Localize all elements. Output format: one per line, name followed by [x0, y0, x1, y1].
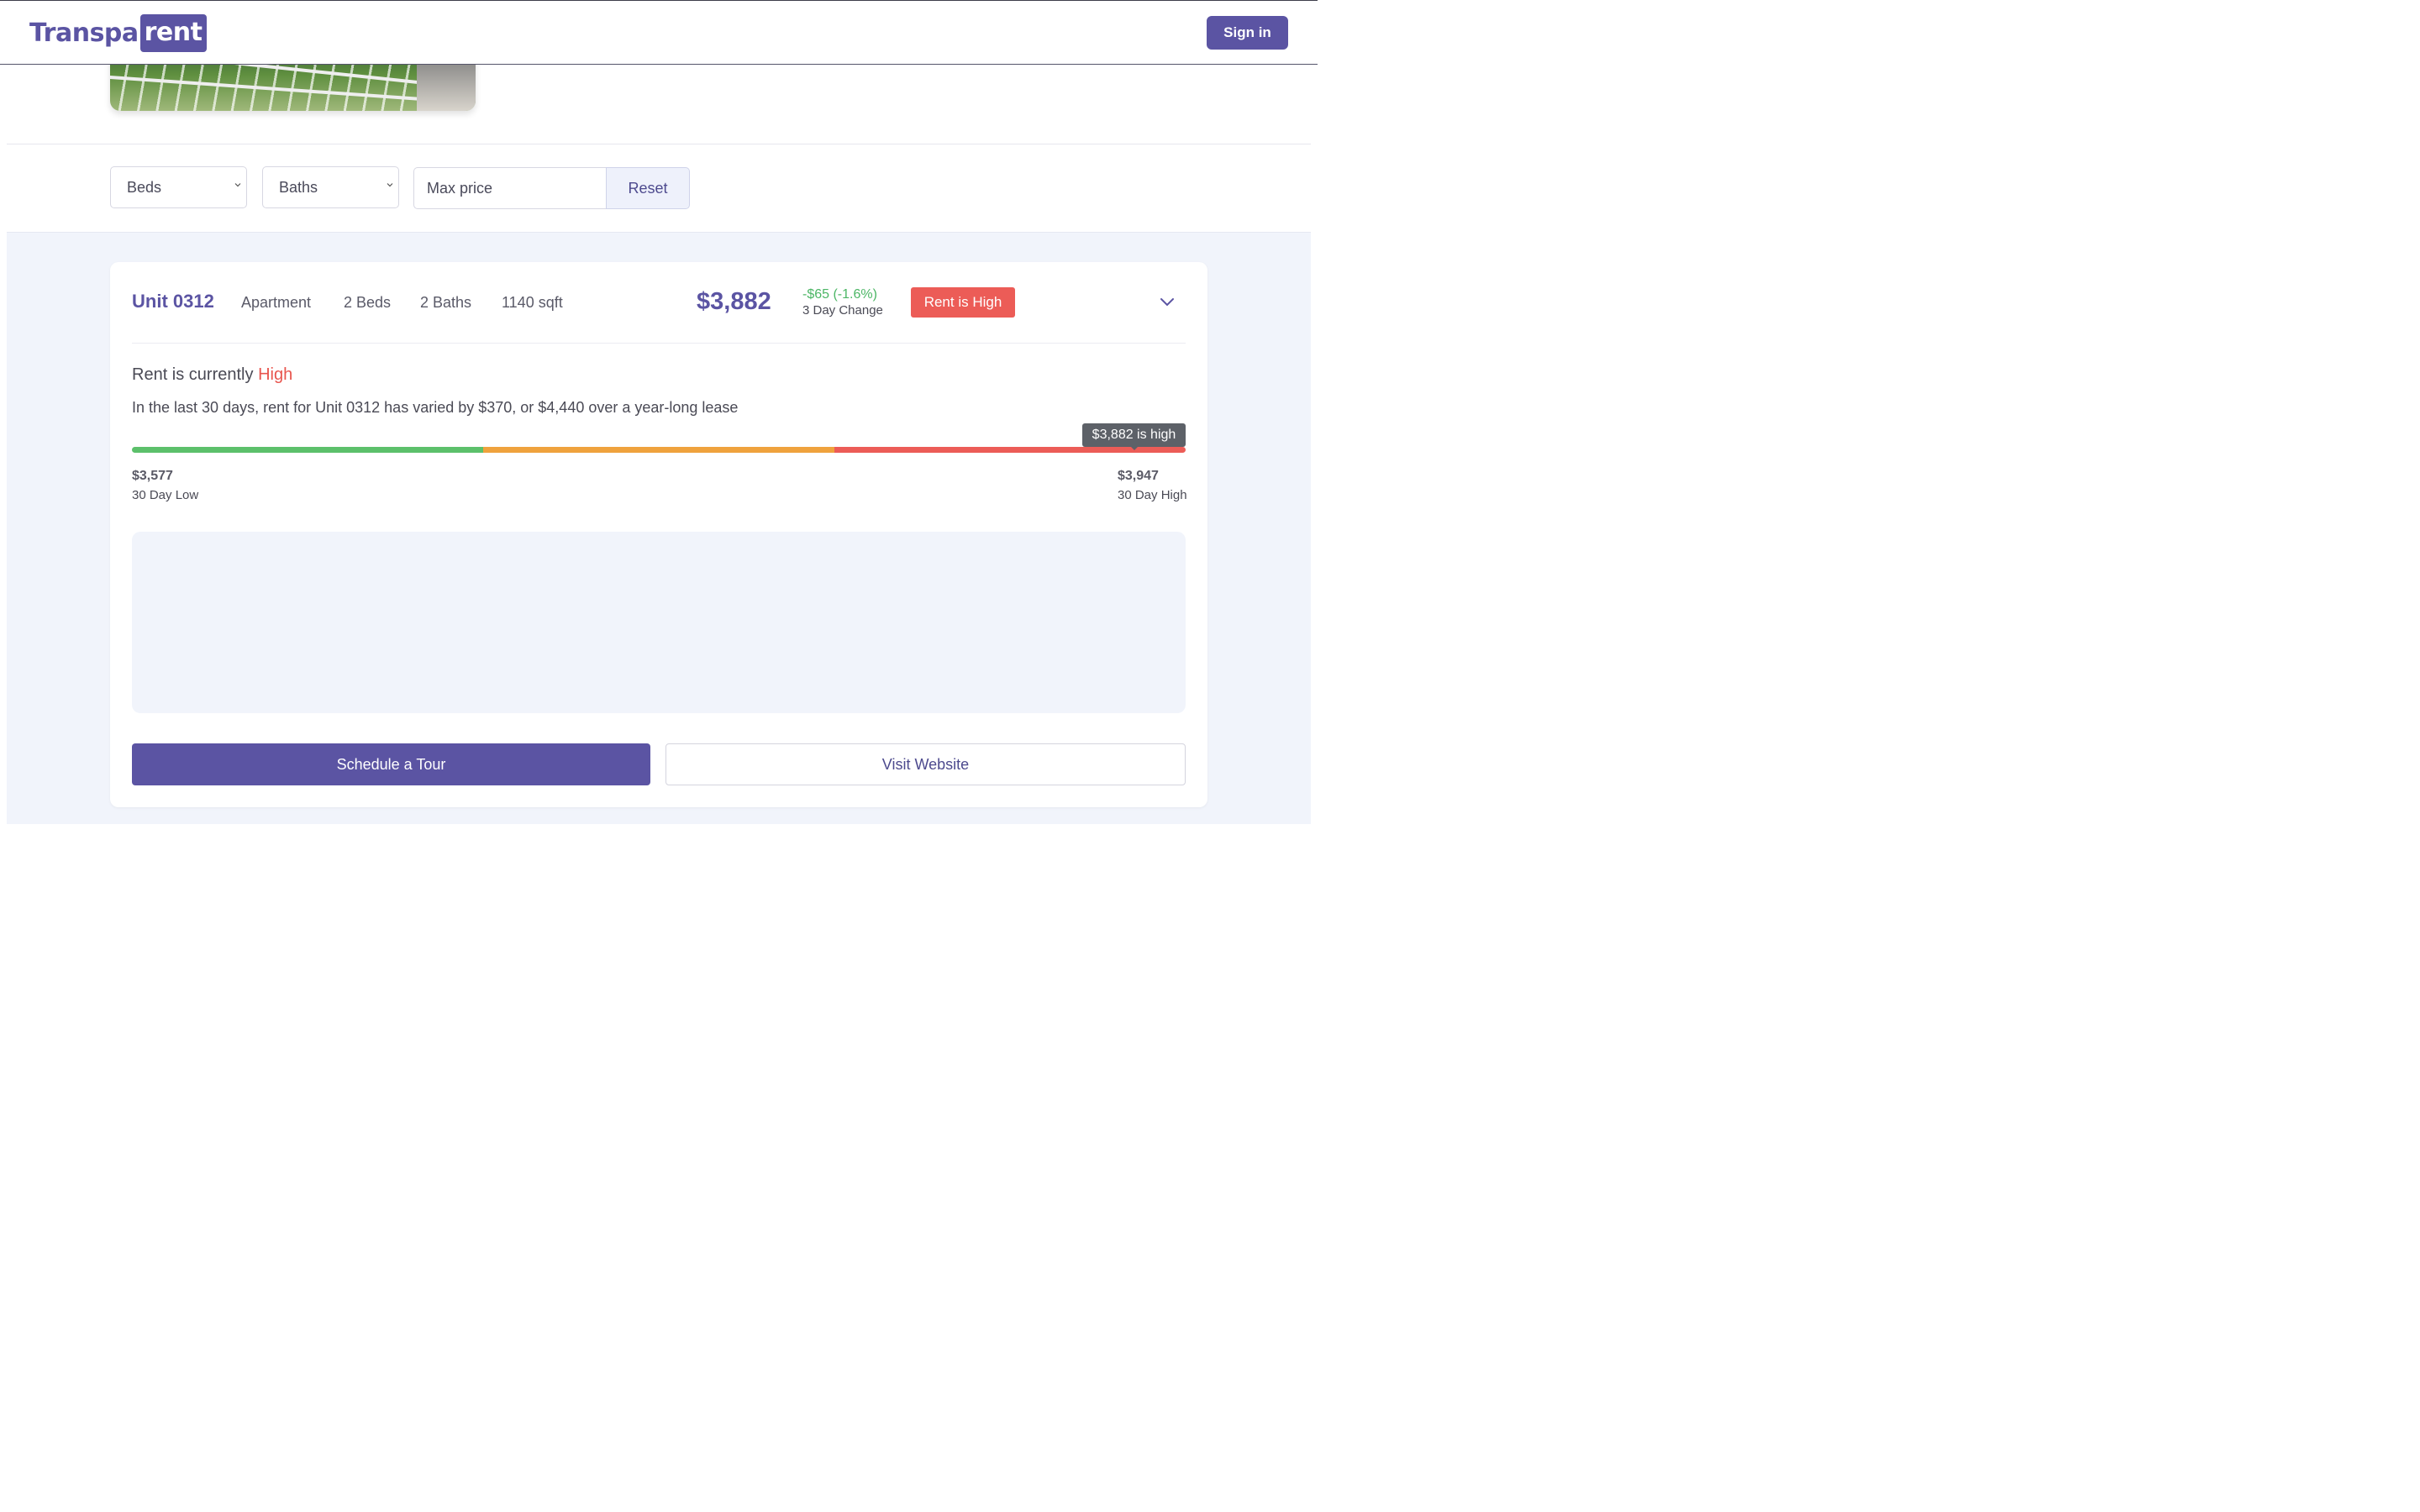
- rent-status-badge: Rent is High: [911, 287, 1015, 318]
- baths-select-label: Baths: [279, 178, 318, 196]
- unit-beds: 2 Beds: [344, 294, 392, 311]
- card-divider: [132, 343, 1186, 344]
- unit-type: Apartment: [241, 294, 312, 311]
- thirty-day-low-label: 30 Day Low: [132, 488, 199, 502]
- rent-status-prefix: Rent is currently: [132, 365, 259, 384]
- logo-text-left: Transpa: [29, 18, 139, 48]
- beds-select[interactable]: Beds: [110, 166, 247, 208]
- reset-button[interactable]: Reset: [606, 167, 690, 209]
- page: Transpa rent Sign in Beds Baths Reset Un…: [0, 0, 1318, 824]
- rent-status-value: High: [258, 365, 293, 384]
- tooltip-arrow: [1130, 446, 1139, 450]
- chevron-down-icon: [387, 183, 393, 187]
- sign-in-button[interactable]: Sign in: [1207, 16, 1288, 50]
- price-history-chart-area: [132, 532, 1186, 713]
- thirty-day-high-label: 30 Day High: [1118, 488, 1187, 502]
- unit-price: $3,882: [697, 288, 771, 315]
- max-price-input[interactable]: [413, 167, 608, 209]
- top-header: Transpa rent Sign in: [0, 0, 1318, 65]
- rent-description: In the last 30 days, rent for Unit 0312 …: [132, 399, 739, 416]
- unit-name[interactable]: Unit 0312: [132, 291, 214, 312]
- thirty-day-high-value: $3,947: [1118, 469, 1159, 483]
- baths-select[interactable]: Baths: [262, 166, 399, 208]
- logo[interactable]: Transpa rent: [29, 13, 208, 52]
- unit-baths: 2 Baths: [420, 294, 472, 311]
- rent-status-line: Rent is currently High: [132, 365, 292, 385]
- range-bar-low: [132, 447, 483, 453]
- chevron-down-icon: [234, 183, 241, 187]
- unit-sqft: 1140 sqft: [502, 294, 563, 311]
- visit-website-button[interactable]: Visit Website: [666, 743, 1186, 785]
- price-change-value: -$65 (-1.6%): [802, 287, 877, 302]
- logo-text-highlight: rent: [139, 13, 208, 52]
- price-change-label: 3 Day Change: [802, 303, 883, 318]
- range-bar-mid: [483, 447, 834, 453]
- chevron-down-icon[interactable]: [1159, 294, 1176, 311]
- thirty-day-low-value: $3,577: [132, 469, 173, 483]
- schedule-tour-button[interactable]: Schedule a Tour: [132, 743, 650, 785]
- price-tooltip: $3,882 is high: [1082, 423, 1186, 447]
- beds-select-label: Beds: [127, 178, 162, 196]
